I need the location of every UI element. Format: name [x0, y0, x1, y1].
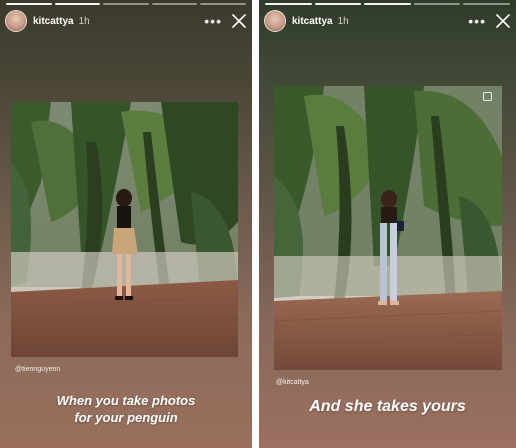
media-badge-icon [483, 92, 492, 101]
story-caption: When you take photos for your penguin [20, 392, 232, 426]
timestamp: 1h [78, 15, 90, 27]
progress-segment [314, 3, 362, 5]
story-comparison: kitcattya 1h ••• @tiennguyenn When you t… [0, 0, 516, 448]
progress-segment [54, 3, 101, 5]
story-progress-bar [6, 3, 246, 5]
progress-segment [413, 3, 461, 5]
story-progress-bar [265, 3, 510, 5]
story-photo [11, 102, 238, 357]
more-options-icon[interactable]: ••• [468, 14, 486, 28]
close-icon[interactable] [496, 14, 510, 28]
caption-line: for your penguin [74, 410, 178, 425]
caption-line: When you take photos [56, 393, 196, 408]
story-header: kitcattya 1h ••• [264, 9, 510, 33]
progress-segment [364, 3, 411, 5]
close-icon[interactable] [232, 14, 246, 28]
username[interactable]: kitcattya [292, 16, 333, 27]
avatar[interactable] [5, 10, 27, 32]
photo-credit[interactable]: @tiennguyenn [15, 366, 60, 373]
timestamp: 1h [337, 15, 349, 27]
progress-segment [200, 3, 246, 5]
avatar[interactable] [264, 10, 286, 32]
story-photo [274, 86, 502, 370]
progress-segment [151, 3, 198, 5]
story-caption: And she takes yours [309, 398, 466, 415]
story-left: kitcattya 1h ••• @tiennguyenn When you t… [0, 0, 252, 448]
progress-segment [6, 3, 52, 5]
more-options-icon[interactable]: ••• [204, 14, 222, 28]
story-header: kitcattya 1h ••• [5, 9, 246, 33]
story-right: kitcattya 1h ••• @kitcattya And she take… [259, 0, 516, 448]
progress-segment [103, 3, 149, 5]
progress-segment [265, 3, 312, 5]
progress-segment [463, 3, 510, 5]
photo-credit[interactable]: @kitcattya [276, 379, 309, 386]
username[interactable]: kitcattya [33, 16, 74, 27]
